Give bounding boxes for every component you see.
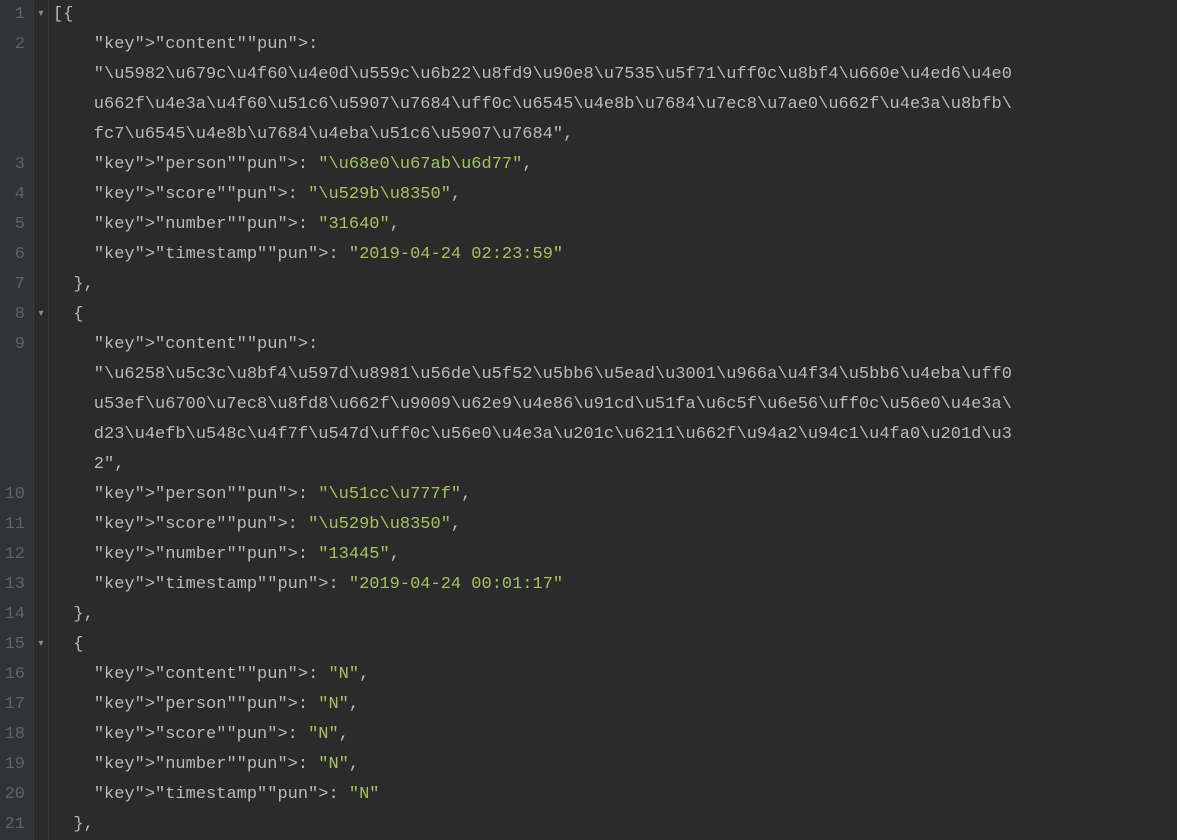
code-line[interactable]: }, — [53, 270, 1177, 300]
code-editor[interactable]: 1234567891011121314151617181920212223242… — [0, 0, 1177, 840]
line-number — [0, 360, 33, 390]
line-number — [0, 60, 33, 90]
code-line[interactable]: "key">"person""pun">: "\u51cc\u777f", — [53, 480, 1177, 510]
fold-marker — [34, 510, 48, 540]
fold-marker — [34, 150, 48, 180]
code-line[interactable]: "key">"score""pun">: "N", — [53, 720, 1177, 750]
code-line[interactable]: "key">"score""pun">: "\u529b\u8350", — [53, 510, 1177, 540]
code-line[interactable]: 2", — [53, 450, 1177, 480]
fold-marker — [34, 390, 48, 420]
fold-marker[interactable]: ▾ — [34, 0, 48, 30]
fold-marker[interactable]: ▾ — [34, 300, 48, 330]
line-number: 20 — [0, 780, 33, 810]
line-number: 13 — [0, 570, 33, 600]
fold-marker — [34, 420, 48, 450]
fold-marker — [34, 810, 48, 840]
line-number: 2 — [0, 30, 33, 60]
code-line[interactable]: "\u5982\u679c\u4f60\u4e0d\u559c\u6b22\u8… — [53, 60, 1177, 90]
fold-marker — [34, 60, 48, 90]
line-number — [0, 90, 33, 120]
line-number — [0, 390, 33, 420]
code-line[interactable]: "key">"content""pun">: — [53, 330, 1177, 360]
line-number — [0, 120, 33, 150]
fold-marker — [34, 30, 48, 60]
line-number: 3 — [0, 150, 33, 180]
code-line[interactable]: [{ — [53, 0, 1177, 30]
fold-marker — [34, 270, 48, 300]
fold-marker — [34, 660, 48, 690]
code-line[interactable]: "key">"timestamp""pun">: "N" — [53, 780, 1177, 810]
line-number: 17 — [0, 690, 33, 720]
line-number: 14 — [0, 600, 33, 630]
code-line[interactable]: "key">"number""pun">: "13445", — [53, 540, 1177, 570]
line-number: 16 — [0, 660, 33, 690]
fold-marker — [34, 450, 48, 480]
code-line[interactable]: "key">"content""pun">: "N", — [53, 660, 1177, 690]
code-line[interactable]: { — [53, 300, 1177, 330]
fold-marker — [34, 90, 48, 120]
fold-marker[interactable]: ▾ — [34, 630, 48, 660]
code-line[interactable]: fc7\u6545\u4e8b\u7684\u4eba\u51c6\u5907\… — [53, 120, 1177, 150]
code-line[interactable]: "key">"person""pun">: "\u68e0\u67ab\u6d7… — [53, 150, 1177, 180]
code-line[interactable]: }, — [53, 810, 1177, 840]
line-number: 6 — [0, 240, 33, 270]
code-line[interactable]: u662f\u4e3a\u4f60\u51c6\u5907\u7684\uff0… — [53, 90, 1177, 120]
line-number: 5 — [0, 210, 33, 240]
fold-marker — [34, 600, 48, 630]
fold-marker — [34, 750, 48, 780]
line-number: 10 — [0, 480, 33, 510]
code-line[interactable]: u53ef\u6700\u7ec8\u8fd8\u662f\u9009\u62e… — [53, 390, 1177, 420]
code-line[interactable]: "key">"timestamp""pun">: "2019-04-24 00:… — [53, 570, 1177, 600]
code-line[interactable]: "key">"person""pun">: "N", — [53, 690, 1177, 720]
fold-marker — [34, 720, 48, 750]
line-number: 7 — [0, 270, 33, 300]
code-line[interactable]: "key">"number""pun">: "N", — [53, 750, 1177, 780]
fold-marker — [34, 180, 48, 210]
code-line[interactable]: }, — [53, 600, 1177, 630]
code-line[interactable]: "key">"content""pun">: — [53, 30, 1177, 60]
fold-marker — [34, 240, 48, 270]
line-number: 15 — [0, 630, 33, 660]
code-line[interactable]: "key">"score""pun">: "\u529b\u8350", — [53, 180, 1177, 210]
fold-marker — [34, 780, 48, 810]
line-number: 12 — [0, 540, 33, 570]
fold-toggle-icon[interactable]: ▾ — [34, 0, 48, 30]
line-number-gutter: 1234567891011121314151617181920212223242… — [0, 0, 33, 840]
code-line[interactable]: d23\u4efb\u548c\u4f7f\u547d\uff0c\u56e0\… — [53, 420, 1177, 450]
fold-marker — [34, 570, 48, 600]
fold-marker — [34, 210, 48, 240]
fold-marker — [34, 480, 48, 510]
code-line[interactable]: "key">"timestamp""pun">: "2019-04-24 02:… — [53, 240, 1177, 270]
line-number: 21 — [0, 810, 33, 840]
line-number: 19 — [0, 750, 33, 780]
line-number — [0, 450, 33, 480]
line-number: 4 — [0, 180, 33, 210]
code-line[interactable]: "\u6258\u5c3c\u8bf4\u597d\u8981\u56de\u5… — [53, 360, 1177, 390]
fold-marker — [34, 120, 48, 150]
code-area[interactable]: [{ "key">"content""pun">: "\u5982\u679c\… — [49, 0, 1177, 840]
fold-marker — [34, 690, 48, 720]
fold-marker — [34, 360, 48, 390]
line-number: 11 — [0, 510, 33, 540]
line-number: 9 — [0, 330, 33, 360]
code-line[interactable]: "key">"number""pun">: "31640", — [53, 210, 1177, 240]
fold-toggle-icon[interactable]: ▾ — [34, 300, 48, 330]
fold-marker — [34, 540, 48, 570]
line-number: 18 — [0, 720, 33, 750]
fold-gutter[interactable]: ▾▾▾▾ — [33, 0, 49, 840]
code-line[interactable]: { — [53, 630, 1177, 660]
fold-toggle-icon[interactable]: ▾ — [34, 630, 48, 660]
line-number — [0, 420, 33, 450]
line-number: 8 — [0, 300, 33, 330]
fold-marker — [34, 330, 48, 360]
line-number: 1 — [0, 0, 33, 30]
